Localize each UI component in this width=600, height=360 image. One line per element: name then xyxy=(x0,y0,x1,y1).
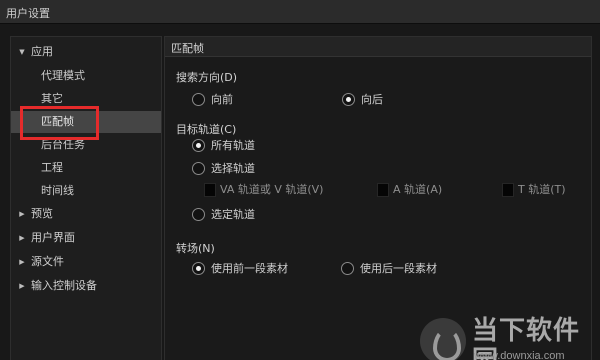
site-watermark: 当下软件园 www.downxia.com xyxy=(420,314,596,360)
radio-icon[interactable] xyxy=(192,208,205,221)
radio-selected-icon[interactable] xyxy=(192,139,205,152)
panel-title: 匹配帧 xyxy=(171,42,204,55)
chevron-right-icon[interactable]: ▶ xyxy=(17,251,27,273)
chevron-down-icon[interactable]: ▼ xyxy=(17,41,27,63)
target-track-label: 目标轨道(C) xyxy=(176,123,237,136)
settings-panel: 匹配帧 搜索方向(D) 向前 向后 目标轨道(C) 所有轨道 选择轨道 VA 轨… xyxy=(164,36,592,360)
tree-item-proxy-mode[interactable]: 代理模式 xyxy=(11,65,161,87)
watermark-url: www.downxia.com xyxy=(474,350,565,360)
highlight-annotation xyxy=(20,106,99,140)
panel-header: 匹配帧 xyxy=(165,37,591,57)
radio-icon[interactable] xyxy=(192,93,205,106)
checkbox-icon[interactable] xyxy=(502,183,514,197)
chevron-right-icon[interactable]: ▶ xyxy=(17,275,27,297)
tree-item-project[interactable]: 工程 xyxy=(11,157,161,179)
radio-selected-icon[interactable] xyxy=(342,93,355,106)
transition-label: 转场(N) xyxy=(176,242,215,255)
site-logo-icon xyxy=(420,318,466,360)
search-direction-label: 搜索方向(D) xyxy=(176,71,238,84)
title-bar: 用户设置 xyxy=(0,0,600,24)
radio-icon[interactable] xyxy=(341,262,354,275)
tree-group-app[interactable]: ▼ 应用 xyxy=(17,41,157,63)
checkbox-icon[interactable] xyxy=(204,183,216,197)
settings-tree: ▼ 应用 代理模式 其它 匹配帧 后台任务 工程 时间线 ▶ 预览 ▶ 用户界面 xyxy=(10,36,162,360)
checkbox-icon[interactable] xyxy=(377,183,389,197)
tree-item-timeline[interactable]: 时间线 xyxy=(11,180,161,202)
settings-window: ▼ 应用 代理模式 其它 匹配帧 后台任务 工程 时间线 ▶ 预览 ▶ 用户界面 xyxy=(0,24,600,360)
radio-icon[interactable] xyxy=(192,162,205,175)
tree-group-source-files[interactable]: ▶ 源文件 xyxy=(17,251,157,273)
radio-selected-icon[interactable] xyxy=(192,262,205,275)
tree-group-preview[interactable]: ▶ 预览 xyxy=(17,203,157,225)
window-title: 用户设置 xyxy=(6,7,50,20)
chevron-right-icon[interactable]: ▶ xyxy=(17,227,27,249)
chevron-right-icon[interactable]: ▶ xyxy=(17,203,27,225)
tree-group-user-interface[interactable]: ▶ 用户界面 xyxy=(17,227,157,249)
tree-group-input-devices[interactable]: ▶ 输入控制设备 xyxy=(17,275,157,297)
